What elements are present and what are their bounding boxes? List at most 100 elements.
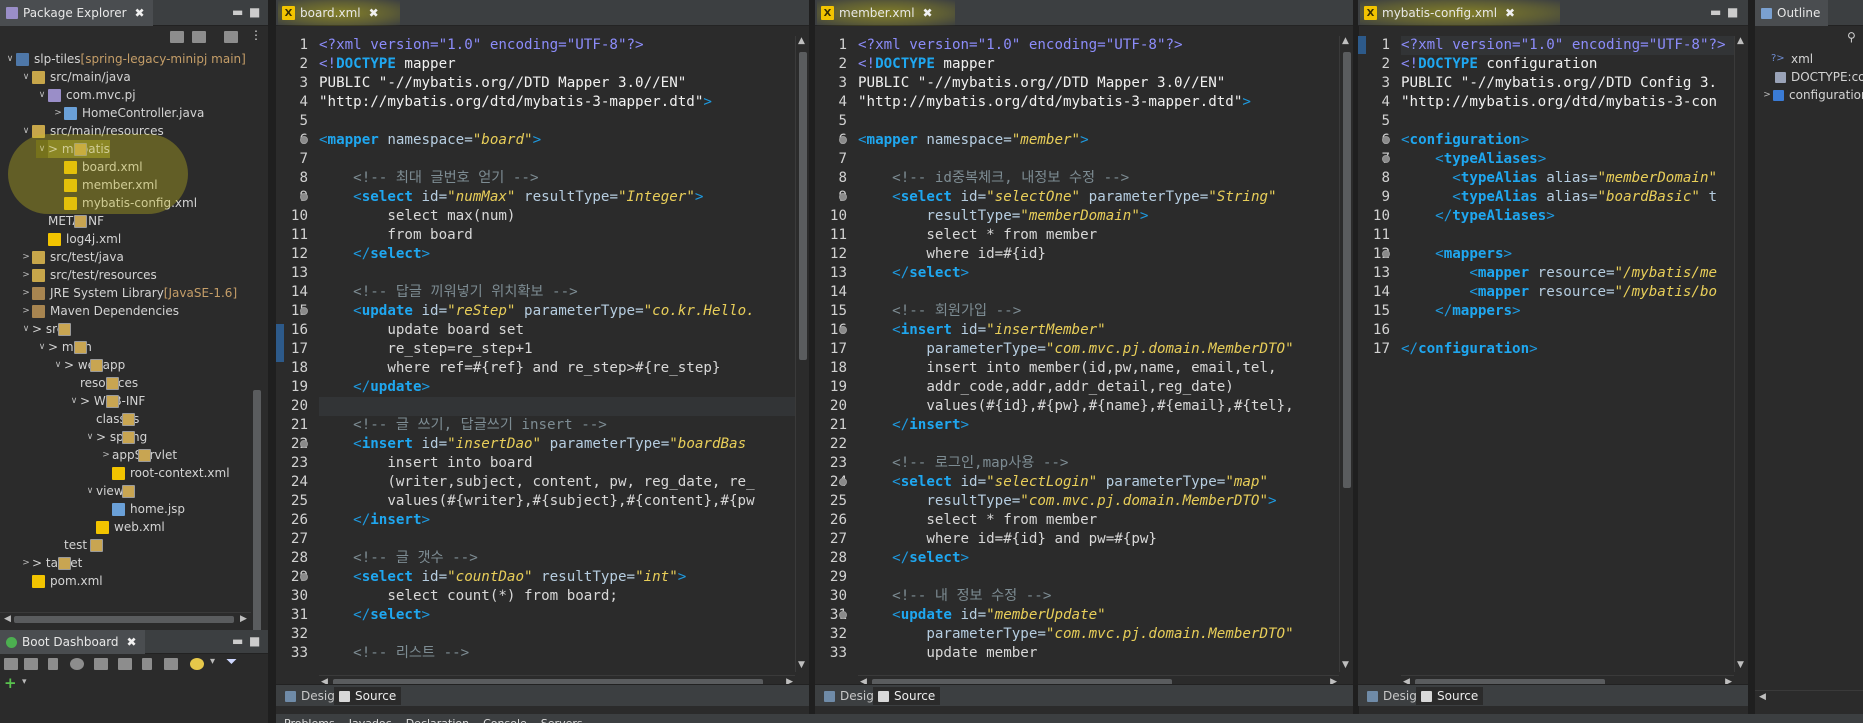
filter-icon[interactable]: ⏷ bbox=[226, 654, 237, 670]
scroll-up-icon[interactable]: ▲ bbox=[1737, 36, 1744, 46]
editor-vscroll-thumb[interactable] bbox=[1343, 52, 1351, 488]
explorer-hscroll[interactable]: ◀ ▶ bbox=[0, 612, 251, 625]
editor-vscroll[interactable]: ▲ ▼ bbox=[795, 36, 809, 672]
fold-toggle-icon[interactable] bbox=[300, 193, 308, 201]
close-icon[interactable]: ✖ bbox=[127, 635, 137, 649]
chevron-right-icon[interactable]: > bbox=[20, 266, 32, 284]
explorer-vscroll[interactable] bbox=[251, 50, 263, 648]
boot-dashboard-tab[interactable]: Boot Dashboard ✖ bbox=[0, 630, 145, 654]
fold-toggle-icon[interactable] bbox=[839, 611, 847, 619]
servers-tab[interactable]: Servers bbox=[541, 714, 583, 723]
view-menu-icon[interactable]: ⋮ bbox=[250, 28, 262, 42]
package-com-mvc-pj[interactable]: ∨ com.mvc.pj bbox=[36, 86, 136, 104]
close-icon[interactable]: ✖ bbox=[135, 6, 145, 20]
editor-vscroll[interactable]: ▲ ▼ bbox=[1339, 36, 1353, 672]
fold-toggle-icon[interactable] bbox=[300, 573, 308, 581]
folder-meta-inf[interactable]: META-INF bbox=[36, 212, 104, 230]
explorer-vscroll-thumb[interactable] bbox=[253, 390, 261, 648]
outline-hscroll[interactable]: ◀ bbox=[1755, 690, 1863, 703]
fold-toggle-icon[interactable] bbox=[300, 307, 308, 315]
maximize-icon[interactable]: ■ bbox=[249, 634, 260, 648]
chevron-down-icon[interactable]: ∨ bbox=[36, 338, 48, 356]
folder-web-inf[interactable]: ∨ > WEB-INF bbox=[68, 392, 146, 410]
start-icon[interactable] bbox=[4, 658, 18, 670]
outline-menu-icon[interactable]: ⚲ bbox=[1847, 30, 1856, 44]
chevron-down-icon[interactable]: ∨ bbox=[84, 482, 96, 500]
stop-icon[interactable] bbox=[48, 658, 58, 670]
scroll-down-icon[interactable]: ▼ bbox=[1342, 660, 1349, 670]
edit-icon[interactable] bbox=[142, 658, 152, 670]
folder-src[interactable]: ∨ > src bbox=[20, 320, 71, 338]
folder-target[interactable]: >> target bbox=[20, 554, 82, 572]
code-content[interactable]: <?xml version="1.0" encoding="UTF-8"?> <!… bbox=[858, 36, 1339, 672]
chevron-right-icon[interactable]: > bbox=[1761, 86, 1773, 104]
folder-views[interactable]: ∨ views bbox=[84, 482, 135, 500]
maximize-icon[interactable]: ■ bbox=[1727, 5, 1738, 19]
chevron-down-icon[interactable]: ▾ bbox=[22, 677, 27, 687]
focus-icon[interactable] bbox=[224, 31, 238, 43]
chevron-down-icon[interactable]: ∨ bbox=[36, 86, 48, 104]
minimize-icon[interactable]: ▬ bbox=[1710, 5, 1721, 19]
maven-dependencies[interactable]: > Maven Dependencies bbox=[20, 302, 179, 320]
outline-item-configuration[interactable]: > configuration bbox=[1761, 86, 1863, 104]
editor-tab-mybatis-config[interactable]: Xmybatis-config.xml ✖ bbox=[1358, 0, 1523, 26]
code-editor-mybatis-config[interactable]: 1234567891011121314151617<?xml version="… bbox=[1358, 36, 1748, 696]
outline-item-doctype[interactable]: DOCTYPE:co bbox=[1775, 68, 1863, 86]
lightbulb-icon[interactable] bbox=[190, 658, 204, 670]
file-log4j-xml[interactable]: log4j.xml bbox=[36, 230, 121, 248]
source-tab[interactable]: Source bbox=[334, 687, 402, 705]
fold-toggle-icon[interactable] bbox=[1382, 250, 1390, 258]
fold-toggle-icon[interactable] bbox=[839, 326, 847, 334]
jre-system-library[interactable]: > JRE System Library [JavaSE-1.6] bbox=[20, 284, 237, 302]
scroll-down-icon[interactable]: ▼ bbox=[798, 660, 805, 670]
editor-vscroll-thumb[interactable] bbox=[799, 52, 807, 360]
fold-toggle-icon[interactable] bbox=[300, 136, 308, 144]
chevron-right-icon[interactable]: > bbox=[20, 554, 32, 572]
outline-tab[interactable]: Outline bbox=[1755, 0, 1829, 26]
add-icon[interactable]: + bbox=[4, 674, 17, 692]
folder-appservlet[interactable]: >appServlet bbox=[100, 446, 177, 464]
file-web-xml[interactable]: web.xml bbox=[84, 518, 165, 536]
code-editor-board[interactable]: 1234567891011121314151617181920212223242… bbox=[276, 36, 809, 696]
chevron-right-icon[interactable]: > bbox=[20, 248, 32, 266]
file-homecontroller[interactable]: > HomeController.java bbox=[52, 104, 204, 122]
scroll-up-icon[interactable]: ▲ bbox=[1342, 36, 1349, 46]
debug-icon[interactable] bbox=[24, 658, 38, 670]
editor-tab-board[interactable]: Xboard.xml ✖ bbox=[276, 0, 387, 26]
chevron-right-icon[interactable]: > bbox=[20, 284, 32, 302]
fold-toggle-icon[interactable] bbox=[839, 193, 847, 201]
editor-tab-member[interactable]: Xmember.xml ✖ bbox=[815, 0, 941, 26]
console-tab[interactable]: Console bbox=[483, 714, 527, 723]
scroll-left-icon[interactable]: ◀ bbox=[1759, 692, 1766, 702]
source-folder-main-java[interactable]: ∨ src/main/java bbox=[20, 68, 131, 86]
close-icon[interactable]: ✖ bbox=[923, 6, 933, 20]
scroll-down-icon[interactable]: ▼ bbox=[1737, 660, 1744, 670]
chevron-down-icon[interactable]: ∨ bbox=[52, 356, 64, 374]
outline-item-xml[interactable]: ?> xml bbox=[1771, 50, 1813, 68]
file-pom-xml[interactable]: pom.xml bbox=[20, 572, 103, 590]
chevron-right-icon[interactable]: > bbox=[52, 104, 64, 122]
chevron-down-icon[interactable]: ∨ bbox=[20, 68, 32, 86]
refresh-icon[interactable] bbox=[118, 658, 132, 670]
chevron-down-icon[interactable]: ∨ bbox=[20, 320, 32, 338]
fold-toggle-icon[interactable] bbox=[1382, 136, 1390, 144]
chevron-right-icon[interactable]: > bbox=[100, 446, 112, 464]
folder-spring[interactable]: ∨> spring bbox=[84, 428, 148, 446]
link-editor-icon[interactable] bbox=[192, 31, 206, 43]
source-tab[interactable]: Source bbox=[873, 687, 941, 705]
close-icon[interactable]: ✖ bbox=[1505, 6, 1515, 20]
problems-tab[interactable]: Problems bbox=[284, 714, 335, 723]
fold-toggle-icon[interactable] bbox=[300, 440, 308, 448]
chevron-down-icon[interactable]: ∨ bbox=[4, 50, 16, 68]
folder-webapp[interactable]: ∨> webapp bbox=[52, 356, 126, 374]
code-content[interactable]: <?xml version="1.0" encoding="UTF-8"?> <!… bbox=[319, 36, 795, 672]
chevron-right-icon[interactable]: > bbox=[20, 302, 32, 320]
fold-toggle-icon[interactable] bbox=[839, 136, 847, 144]
source-folder-test-resources[interactable]: > src/test/resources bbox=[20, 266, 157, 284]
scroll-up-icon[interactable]: ▲ bbox=[798, 36, 805, 46]
scroll-right-icon[interactable]: ▶ bbox=[240, 614, 247, 624]
chevron-down-icon[interactable]: ∨ bbox=[84, 428, 96, 446]
javadoc-tab[interactable]: Javadoc bbox=[349, 714, 392, 723]
folder-classes[interactable]: classes bbox=[84, 410, 139, 428]
console-icon[interactable] bbox=[94, 658, 108, 670]
